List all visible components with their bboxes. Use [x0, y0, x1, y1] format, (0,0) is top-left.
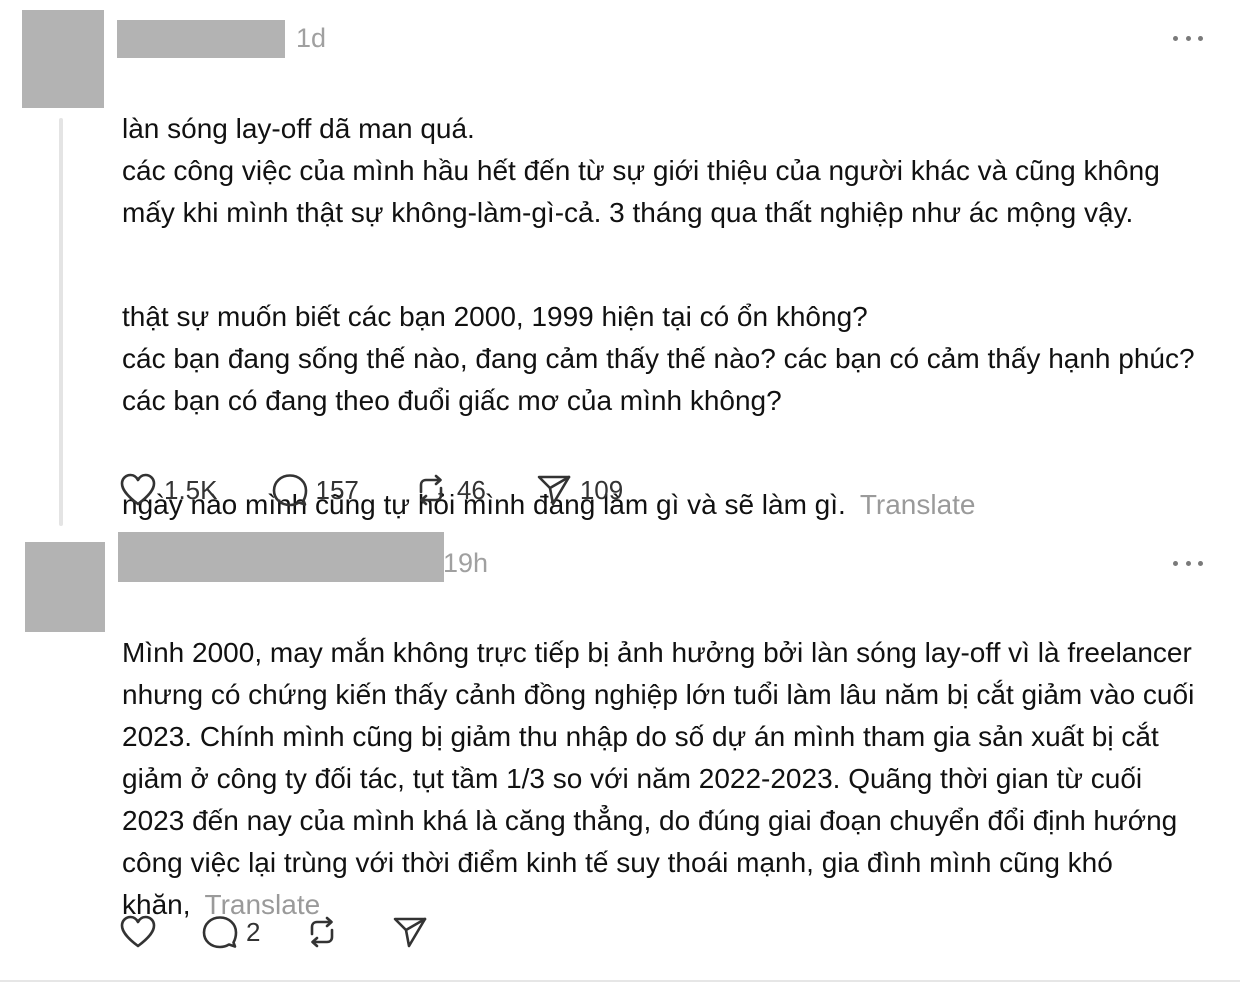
thread-line — [59, 118, 63, 526]
repost-count: 46 — [456, 474, 486, 505]
share-button[interactable] — [392, 915, 428, 949]
post-paragraph: thật sự muốn biết các bạn 2000, 1999 hiệ… — [122, 301, 1195, 416]
post-time: 19h — [443, 548, 489, 578]
comment-icon — [272, 474, 307, 507]
send-icon — [394, 917, 427, 948]
post-actions: 1.5K 157 46 109 — [120, 468, 623, 512]
like-count: 1.5K — [164, 474, 218, 505]
username-redacted[interactable] — [117, 20, 285, 58]
like-button[interactable] — [120, 915, 156, 949]
post-2: 19h Mình 2000, may mắn không trực tiếp b… — [0, 530, 1240, 980]
reply-count: 2 — [246, 916, 261, 947]
dot-icon — [1198, 560, 1203, 566]
post-paragraph-text: Mình 2000, may mắn không trực tiếp bị ản… — [122, 637, 1195, 920]
dot-icon — [1173, 560, 1178, 566]
avatar[interactable] — [22, 10, 104, 108]
reply-button[interactable]: 157 — [272, 473, 359, 507]
repost-icon — [311, 916, 334, 948]
post-time: 1d — [296, 23, 327, 53]
dot-icon — [1185, 35, 1191, 41]
post-paragraph: làn sóng lay-off dã man quá. các công vi… — [122, 113, 1160, 228]
translate-link[interactable]: Translate — [860, 489, 976, 520]
share-count: 109 — [579, 474, 624, 505]
comment-icon — [202, 916, 238, 949]
more-options-button[interactable] — [1173, 32, 1203, 44]
reply-button[interactable]: 2 — [202, 915, 260, 949]
repost-icon — [419, 474, 443, 506]
repost-button[interactable] — [304, 915, 340, 949]
repost-button[interactable]: 46 — [413, 473, 486, 507]
send-icon — [537, 475, 571, 506]
share-button[interactable]: 109 — [536, 473, 623, 507]
post-actions: 2 — [120, 910, 428, 954]
post-1: 1d làn sóng lay-off dã man quá. các công… — [0, 0, 1240, 530]
avatar[interactable] — [25, 542, 105, 632]
reply-count: 157 — [315, 474, 359, 505]
divider — [0, 980, 1240, 982]
dot-icon — [1173, 35, 1178, 41]
dot-icon — [1198, 35, 1203, 41]
username-redacted[interactable] — [118, 532, 444, 582]
dot-icon — [1185, 560, 1191, 566]
heart-icon — [120, 915, 156, 948]
more-options-button[interactable] — [1173, 557, 1203, 569]
heart-icon — [120, 473, 156, 506]
like-button[interactable]: 1.5K — [120, 473, 218, 507]
post-paragraph-last: Mình 2000, may mắn không trực tiếp bị ản… — [122, 632, 1212, 926]
